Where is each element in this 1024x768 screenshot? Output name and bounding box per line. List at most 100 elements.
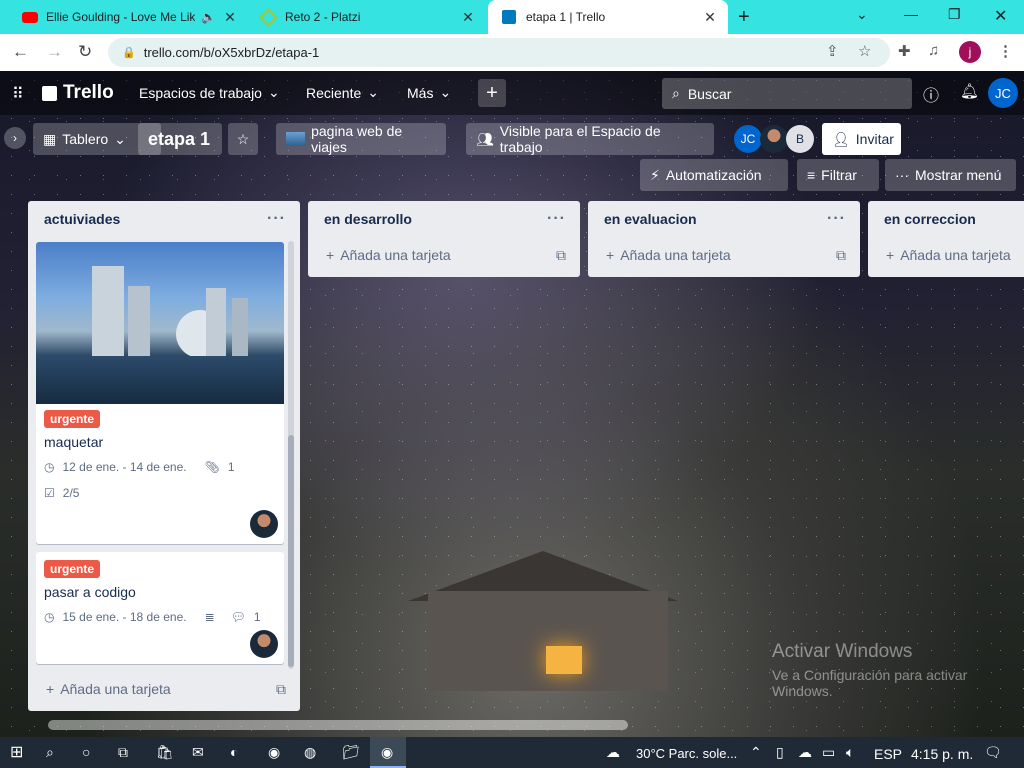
tab-title: Reto 2 - Platzi	[285, 10, 361, 24]
list-header[interactable]: en desarrollo ···	[308, 201, 580, 237]
visibility-button[interactable]: 👥︎ Visible para el Espacio de trabajo	[466, 123, 714, 155]
template-icon[interactable]: ⧉	[556, 247, 566, 264]
volume-icon[interactable]: 🔈︎	[846, 744, 854, 761]
template-icon[interactable]: ⧉	[836, 247, 846, 264]
close-icon[interactable]: ✕	[460, 9, 476, 26]
battery-icon[interactable]: ▯	[776, 744, 784, 761]
list-menu-icon[interactable]: ···	[547, 210, 566, 228]
add-card-button[interactable]: + Añada una tarjeta ⧉	[588, 237, 860, 273]
star-icon[interactable]: ☆	[858, 42, 871, 60]
chrome-icon[interactable]: ◉	[268, 744, 280, 761]
chevron-up-icon[interactable]: ⌃	[750, 744, 762, 761]
info-icon[interactable]: ⓘ	[923, 82, 939, 106]
list-header[interactable]: actuiviades ···	[28, 201, 300, 237]
language-indicator[interactable]: ESP	[874, 746, 902, 762]
user-avatar[interactable]: JC	[988, 78, 1018, 108]
list-header[interactable]: en evaluacion ···	[588, 201, 860, 237]
tab-trello[interactable]: etapa 1 | Trello ✕	[488, 0, 728, 34]
board-horizontal-scrollbar[interactable]	[48, 720, 628, 730]
chevron-down-icon: ⌄	[267, 84, 280, 100]
list-title[interactable]: en desarrollo	[324, 211, 412, 227]
window-close-button[interactable]: ✕	[994, 6, 1007, 26]
card-title: pasar a codigo	[44, 584, 136, 600]
clock-icon: ◷	[44, 610, 55, 624]
share-icon[interactable]: ⇪	[826, 42, 839, 60]
clock-text[interactable]: 4:15 p. m.	[911, 746, 973, 762]
app-icon[interactable]: ◍	[304, 744, 316, 761]
task-view-icon[interactable]: ⧉	[118, 744, 128, 761]
show-menu-button[interactable]: ··· Mostrar menú	[885, 159, 1016, 191]
card-pasar-a-codigo[interactable]: urgente pasar a codigo ◷ 15 de ene. - 18…	[36, 552, 284, 664]
plus-icon: +	[606, 247, 615, 263]
list-menu-icon[interactable]: ···	[267, 210, 286, 228]
tab-youtube[interactable]: Ellie Goulding - Love Me Like 🔈 ✕	[12, 0, 248, 34]
minimize-button[interactable]: —	[904, 6, 918, 22]
chevron-down-icon[interactable]: ⌄	[856, 6, 868, 23]
sidebar-toggle-button[interactable]: ›	[4, 127, 26, 149]
url-text: trello.com/b/oX5xbrDz/etapa-1	[143, 45, 320, 60]
file-explorer-icon[interactable]: 📁︎	[342, 744, 360, 761]
store-icon[interactable]: 🛍︎	[156, 744, 174, 761]
list-title[interactable]: actuiviades	[44, 211, 120, 227]
automation-button[interactable]: ⚡︎ Automatización	[640, 159, 788, 191]
weather-text[interactable]: 30°C Parc. sole...	[636, 746, 737, 761]
profile-avatar[interactable]: j	[959, 41, 981, 63]
star-button[interactable]: ☆	[228, 123, 258, 155]
add-card-button[interactable]: + Añada una tarjeta	[868, 237, 1024, 273]
new-tab-button[interactable]: +	[738, 6, 750, 29]
more-menu[interactable]: Más ⌄	[407, 84, 451, 101]
apps-grid-icon[interactable]: ⠿	[12, 84, 24, 104]
card-member-avatar[interactable]	[250, 510, 278, 538]
extensions-icon[interactable]: ✚	[898, 42, 911, 60]
board-title[interactable]: etapa 1	[138, 123, 222, 155]
kebab-menu-icon[interactable]: ⋮	[998, 42, 1013, 60]
workspaces-menu[interactable]: Espacios de trabajo ⌄	[139, 84, 280, 101]
list-title[interactable]: en evaluacion	[604, 211, 697, 227]
network-icon[interactable]: ▭	[822, 744, 835, 761]
list-header[interactable]: en correccion	[868, 201, 1024, 237]
forward-button[interactable]: →	[46, 42, 63, 62]
chevron-down-icon: ⌄	[439, 84, 452, 100]
workspace-button[interactable]: pagina web de viajes	[276, 123, 446, 155]
member-avatar[interactable]	[760, 125, 788, 153]
trello-board: ⠿ Trello Espacios de trabajo ⌄ Reciente ⌄ …	[0, 71, 1024, 737]
search-input[interactable]: ⌕ Buscar	[662, 78, 912, 109]
edge-icon[interactable]: ◐	[230, 744, 238, 760]
list-title[interactable]: en correccion	[884, 211, 976, 227]
speaker-icon[interactable]: 🔈	[201, 10, 216, 24]
trello-logo[interactable]: Trello	[42, 82, 114, 104]
bell-icon[interactable]: 🔔︎	[960, 82, 979, 100]
chrome-active-taskbar-button[interactable]: ◉	[370, 737, 406, 768]
media-icon[interactable]: ♫	[928, 42, 939, 59]
list-menu-icon[interactable]: ···	[827, 210, 846, 228]
recent-menu[interactable]: Reciente ⌄	[306, 84, 379, 101]
attachment-icon: 📎︎	[204, 460, 220, 474]
card-maquetar[interactable]: urgente maquetar ◷ 12 de ene. - 14 de en…	[36, 242, 284, 544]
cortana-icon[interactable]: ○	[82, 744, 90, 760]
member-avatar[interactable]: JC	[734, 125, 762, 153]
tab-platzi[interactable]: Reto 2 - Platzi ✕	[252, 0, 486, 34]
member-avatar[interactable]: B	[786, 125, 814, 153]
add-card-button[interactable]: + Añada una tarjeta ⧉	[308, 237, 580, 273]
add-card-button[interactable]: + Añada una tarjeta ⧉	[28, 671, 300, 707]
restore-button[interactable]: ❐	[948, 6, 961, 23]
template-icon[interactable]: ⧉	[276, 681, 286, 698]
invite-button[interactable]: 👤︎ Invitar	[822, 123, 901, 155]
windows-start-icon[interactable]: ⊞	[10, 742, 23, 762]
list-scrollbar[interactable]	[288, 241, 294, 669]
reload-button[interactable]: ↻	[78, 42, 92, 62]
url-input[interactable]: 🔒 trello.com/b/oX5xbrDz/etapa-1	[108, 38, 890, 67]
cloud-icon[interactable]: ☁	[798, 744, 812, 761]
mail-icon[interactable]: ✉	[192, 744, 204, 761]
description-icon: ≣	[204, 610, 215, 624]
back-button[interactable]: ←	[12, 42, 29, 62]
search-icon: ⌕	[672, 85, 680, 101]
filter-button[interactable]: ≡ Filtrar	[797, 159, 879, 191]
comment-count: 1	[253, 610, 261, 624]
card-member-avatar[interactable]	[250, 630, 278, 658]
close-icon[interactable]: ✕	[702, 9, 718, 26]
create-button[interactable]: +	[478, 79, 506, 107]
notification-icon[interactable]: 🗨︎	[984, 744, 1002, 761]
close-icon[interactable]: ✕	[222, 9, 238, 26]
search-icon[interactable]: ⌕	[46, 744, 54, 761]
